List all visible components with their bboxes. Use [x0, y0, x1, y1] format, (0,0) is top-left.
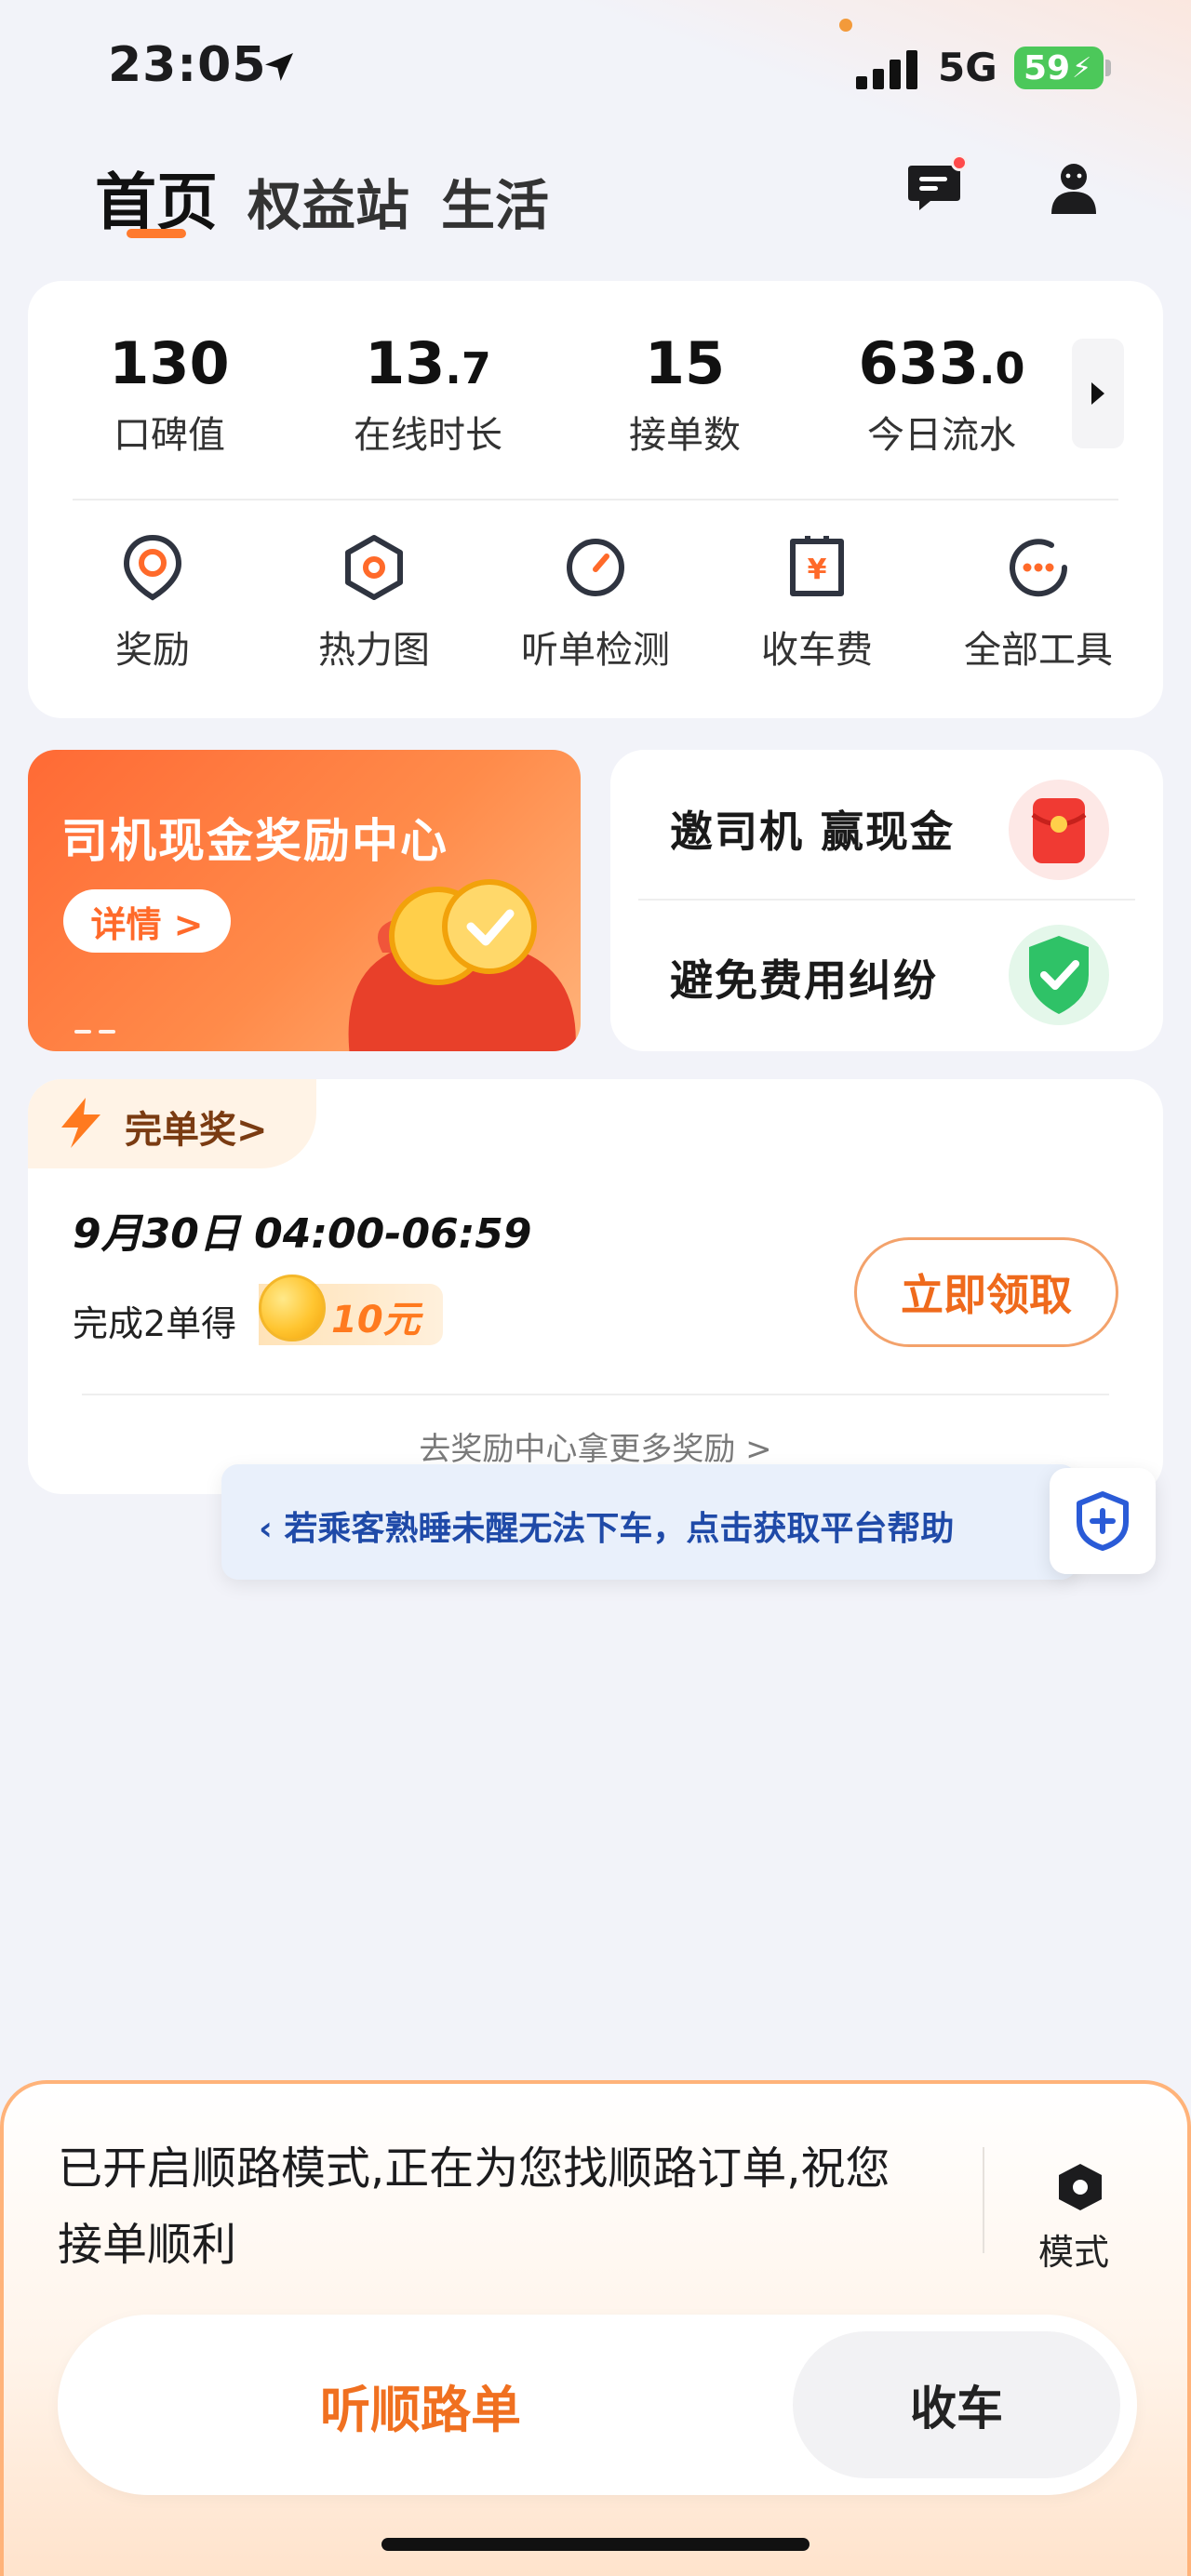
divider — [983, 2147, 984, 2253]
gauge-icon — [567, 539, 624, 596]
yuan-receipt-icon: ¥ — [790, 536, 844, 596]
charging-bolt-icon: ⚡ — [1072, 51, 1092, 85]
stat-orders-accepted[interactable]: 15 接单数 — [573, 331, 796, 459]
tab-life[interactable]: 生活 — [441, 162, 549, 240]
stat-online-hours[interactable]: 13.7 在线时长 — [316, 331, 540, 459]
home-indicator — [381, 2538, 810, 2551]
tool-collect-fare[interactable]: ¥ 收车费 — [705, 532, 929, 674]
mode-button-label[interactable]: 模式 — [1038, 2223, 1109, 2275]
stat-value: 130 — [109, 329, 230, 397]
action-bar: 听顺路单 收车 — [58, 2315, 1137, 2495]
network-type: 5G — [938, 45, 997, 90]
reward-tab-label: 完单奖> — [125, 1109, 268, 1152]
stat-label: 接单数 — [629, 414, 741, 457]
listen-route-orders-button[interactable]: 听顺路单 — [58, 2315, 783, 2495]
cash-reward-banner[interactable]: 司机现金奖励中心 详情 > — [28, 750, 581, 1051]
svg-text:¥: ¥ — [808, 554, 827, 586]
safety-tip-bar[interactable]: ‹ 若乘客熟睡未醒无法下车，点击获取平台帮助 — [221, 1464, 1077, 1580]
tool-heatmap[interactable]: 热力图 — [262, 532, 486, 674]
hexagon-heatmap-icon — [345, 535, 403, 600]
tool-all-tools[interactable]: 全部工具 — [927, 532, 1150, 674]
stat-today-revenue[interactable]: 633.0 今日流水 — [830, 331, 1053, 459]
reward-time-range: 9月30日 04:00-06:59 — [73, 1210, 532, 1258]
target-pin-icon — [123, 534, 182, 601]
money-bag-icon — [348, 879, 576, 1051]
safety-help-button[interactable] — [1050, 1468, 1156, 1574]
stat-reputation[interactable]: 130 口碑值 — [58, 331, 281, 459]
tool-label: 听单检测 — [521, 629, 670, 672]
avoid-fee-dispute-link[interactable]: 避免费用纠纷 — [670, 947, 938, 1008]
banner-details-button[interactable]: 详情 > — [63, 889, 231, 953]
tool-label: 奖励 — [115, 629, 190, 672]
reward-description: 完成2单得 — [73, 1303, 237, 1344]
tab-benefits-station[interactable]: 权益站 — [248, 162, 409, 240]
invite-driver-link[interactable]: 邀司机 赢现金 — [670, 798, 955, 860]
tool-rewards[interactable]: 奖励 — [41, 532, 264, 674]
stat-value: 633 — [858, 329, 979, 397]
shield-plus-icon — [1077, 1491, 1129, 1551]
order-mode-sheet: 已开启顺路模式,正在为您找顺路订单,祝您接单顺利 模式 听顺路单 收车 — [0, 2080, 1191, 2576]
stat-value: 13 — [365, 329, 446, 397]
divider — [73, 499, 1118, 501]
hexagon-mode-icon[interactable] — [1055, 2162, 1105, 2212]
divider — [82, 1394, 1109, 1395]
driver-stats-card: 130 口碑值 13.7 在线时长 15 接单数 633.0 今日流水 奖励 热… — [28, 281, 1163, 718]
tool-label: 收车费 — [761, 629, 873, 672]
tool-label: 全部工具 — [964, 629, 1113, 672]
active-tab-indicator — [127, 229, 186, 238]
more-rewards-link[interactable]: 去奖励中心拿更多奖励 > — [28, 1423, 1163, 1469]
tip-text: 若乘客熟睡未醒无法下车，点击获取平台帮助 — [284, 1510, 955, 1548]
battery-cap — [1105, 60, 1111, 76]
red-envelope-icon — [1009, 780, 1109, 880]
stats-expand-button[interactable] — [1072, 339, 1124, 448]
completion-reward-card: 完单奖> 9月30日 04:00-06:59 完成2单得 10元 立即领取 去奖… — [28, 1079, 1163, 1494]
tool-label: 热力图 — [318, 629, 430, 672]
battery-level: 59 — [1024, 48, 1071, 87]
end-shift-button[interactable]: 收车 — [793, 2331, 1120, 2478]
more-dots-icon — [1010, 539, 1068, 597]
claim-now-button[interactable]: 立即领取 — [854, 1237, 1118, 1347]
location-arrow-icon — [265, 53, 293, 81]
privacy-indicator-dot — [839, 19, 852, 32]
reward-amount: 10元 — [331, 1299, 421, 1341]
divider — [638, 899, 1135, 901]
play-arrow-icon — [1091, 382, 1104, 405]
reward-tab[interactable]: 完单奖> — [28, 1079, 316, 1168]
mode-status-message: 已开启顺路模式,正在为您找顺路订单,祝您接单顺利 — [58, 2142, 890, 2271]
unread-badge — [951, 154, 968, 171]
lightning-icon — [61, 1098, 100, 1148]
battery-indicator: 59 ⚡ — [1014, 47, 1104, 89]
status-time: 23:05 — [108, 37, 267, 93]
coin-icon — [259, 1275, 326, 1341]
stat-decimal: .0 — [978, 343, 1025, 394]
stat-decimal: .7 — [445, 343, 491, 394]
stat-value: 15 — [644, 329, 726, 397]
promo-card: 邀司机 赢现金 避免费用纠纷 — [610, 750, 1163, 1051]
stat-label: 口碑值 — [114, 414, 225, 457]
carousel-indicator — [74, 1020, 123, 1037]
user-profile-icon[interactable] — [1048, 160, 1100, 216]
chevron-left-icon: ‹ — [259, 1510, 285, 1548]
stat-label: 在线时长 — [354, 414, 502, 457]
tool-listen-check[interactable]: 听单检测 — [484, 532, 707, 674]
stat-label: 今日流水 — [867, 414, 1016, 457]
green-shield-icon — [1009, 925, 1109, 1025]
signal-strength-icon — [856, 48, 923, 89]
